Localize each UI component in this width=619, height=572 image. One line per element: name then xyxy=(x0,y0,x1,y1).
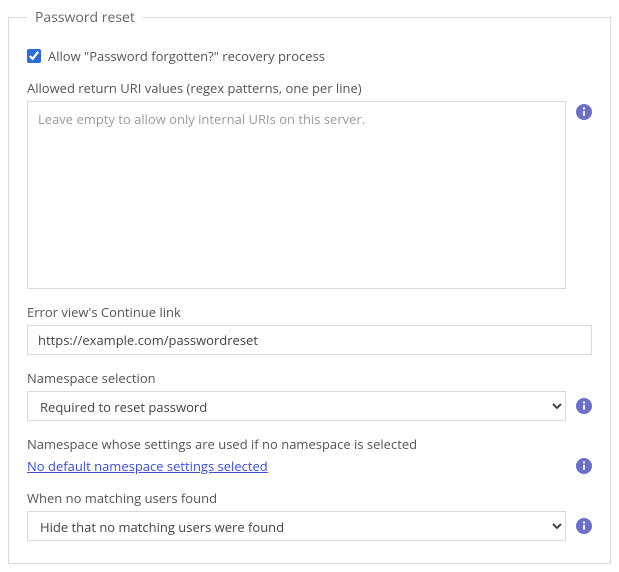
namespace-selection-label: Namespace selection xyxy=(27,369,592,387)
allow-recovery-label: Allow "Password forgotten?" recovery pro… xyxy=(48,47,325,65)
info-icon[interactable] xyxy=(576,458,592,474)
namespace-default-label: Namespace whose settings are used if no … xyxy=(27,435,592,453)
no-matching-label: When no matching users found xyxy=(27,489,592,507)
info-icon[interactable] xyxy=(576,101,592,117)
no-matching-select[interactable]: Hide that no matching users were found xyxy=(27,511,566,541)
namespace-default-link[interactable]: No default namespace settings selected xyxy=(27,457,268,475)
namespace-default-row: No default namespace settings selected xyxy=(27,457,592,475)
allow-recovery-checkbox[interactable] xyxy=(27,49,41,63)
namespace-default-link-wrap: No default namespace settings selected xyxy=(27,457,566,475)
allowed-uris-label: Allowed return URI values (regex pattern… xyxy=(27,79,592,97)
namespace-selection-row: Required to reset password xyxy=(27,391,592,421)
info-icon[interactable] xyxy=(576,398,592,414)
allowed-uris-row xyxy=(27,101,592,289)
allow-recovery-row: Allow "Password forgotten?" recovery pro… xyxy=(27,47,592,65)
namespace-selection-select[interactable]: Required to reset password xyxy=(27,391,566,421)
allowed-uris-textarea[interactable] xyxy=(27,101,566,289)
error-continue-label: Error view's Continue link xyxy=(27,303,592,321)
error-continue-input[interactable] xyxy=(27,325,592,355)
info-icon[interactable] xyxy=(576,518,592,534)
fieldset-legend: Password reset xyxy=(27,8,143,27)
no-matching-row: Hide that no matching users were found xyxy=(27,511,592,541)
password-reset-fieldset: Password reset Allow "Password forgotten… xyxy=(8,8,611,564)
